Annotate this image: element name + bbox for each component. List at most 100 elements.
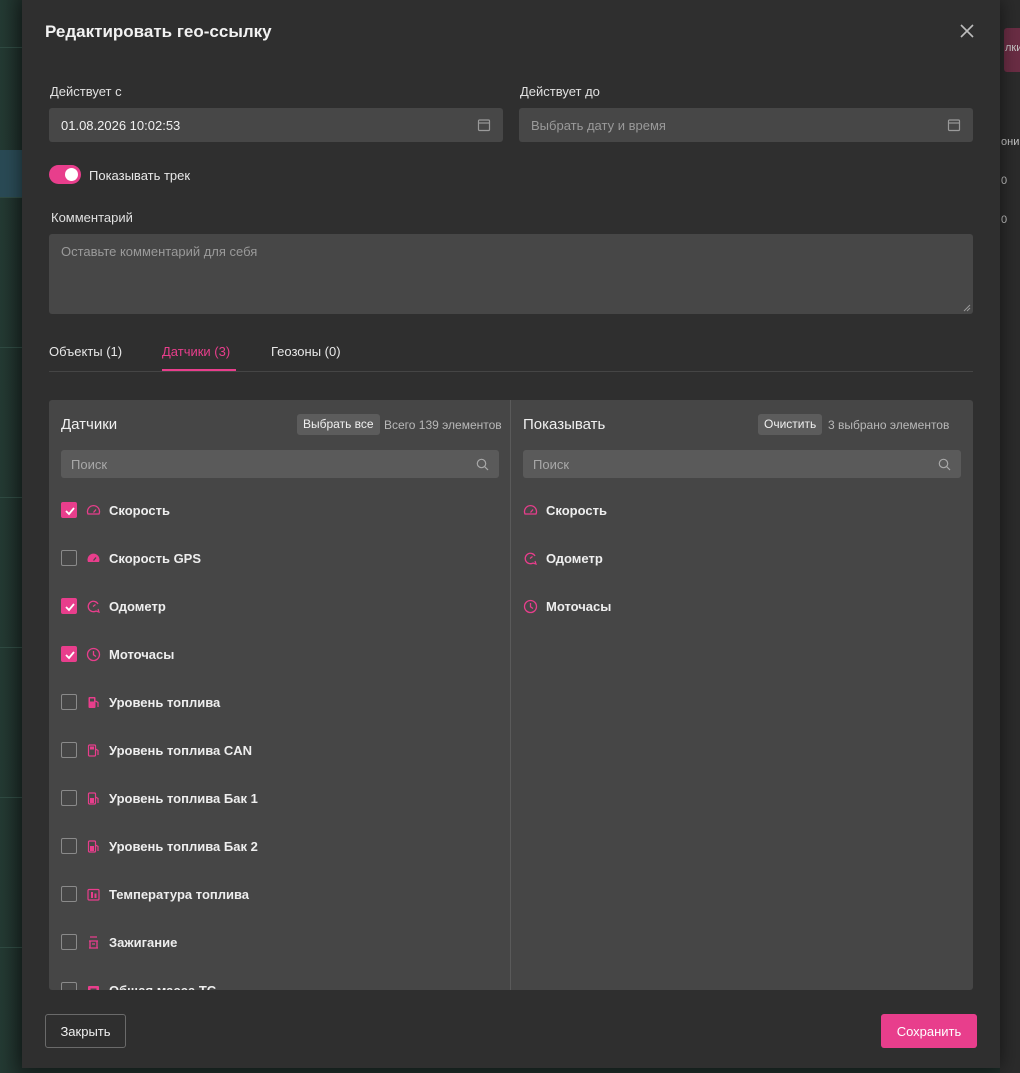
background-right-strip: лки они 0 0 — [1000, 0, 1020, 1073]
target-pane-title: Показывать — [523, 416, 606, 433]
sensor-checkbox[interactable] — [61, 838, 77, 854]
sensor-checkbox[interactable] — [61, 646, 77, 662]
comment-textarea[interactable]: Оставьте комментарий для себя — [49, 234, 973, 314]
target-count: 3 выбрано элементов — [828, 418, 950, 432]
sensor-label: Температура топлива — [109, 886, 250, 902]
sensor-label: Зажигание — [109, 934, 178, 950]
comment-label: Комментарий — [51, 210, 133, 225]
valid-to-label: Действует до — [520, 84, 600, 99]
bg-row — [0, 750, 22, 798]
bg-row — [0, 900, 22, 948]
close-icon[interactable] — [958, 22, 976, 40]
source-count: Всего 139 элементов — [384, 418, 502, 432]
toggle-knob — [65, 168, 78, 181]
sensor-label: Уровень топлива — [109, 694, 221, 710]
sensor-checkbox[interactable] — [61, 742, 77, 758]
fuel-can-icon — [87, 743, 99, 757]
show-track-toggle[interactable] — [49, 165, 81, 184]
sensor-label: Уровень топлива Бак 2 — [109, 838, 258, 854]
sensor-checkbox[interactable] — [61, 982, 77, 990]
sensor-list-item[interactable]: Общая масса ТС — [61, 978, 216, 990]
sensors-source-pane: Датчики Выбрать все Всего 139 элементов … — [49, 400, 511, 990]
fuel-tank-icon — [87, 791, 99, 805]
sensor-list-item[interactable]: Уровень топлива Бак 1 — [61, 786, 258, 810]
background-text: они — [1001, 136, 1020, 148]
sensors-target-pane: Показывать Очистить 3 выбрано элементов … — [511, 400, 973, 990]
sensor-checkbox[interactable] — [61, 694, 77, 710]
background-text: 0 — [1001, 214, 1008, 226]
tabs-bar: Объекты (1) Датчики (3) Геозоны (0) — [49, 334, 973, 372]
shown-label: Моточасы — [546, 598, 612, 614]
shown-list-item[interactable]: Скорость — [523, 498, 607, 522]
odometer-icon — [524, 552, 537, 565]
bg-row — [0, 300, 22, 348]
sensor-checkbox[interactable] — [61, 790, 77, 806]
show-track-label: Показывать трек — [89, 168, 191, 183]
background-text: 0 — [1001, 175, 1008, 187]
shown-list-item[interactable]: Одометр — [523, 546, 603, 570]
fuel-tank-icon — [87, 839, 99, 853]
bg-row — [0, 150, 22, 198]
tab-sensors[interactable]: Датчики (3) — [162, 344, 230, 359]
valid-to-placeholder: Выбрать дату и время — [531, 117, 666, 133]
sensor-list-item[interactable]: Моточасы — [61, 642, 174, 666]
target-search-input[interactable]: Поиск — [523, 450, 961, 478]
sensor-list-item[interactable]: Температура топлива — [61, 882, 249, 906]
sensor-list-item[interactable]: Уровень топлива — [61, 690, 220, 714]
sensor-checkbox[interactable] — [61, 598, 77, 614]
sensor-checkbox[interactable] — [61, 934, 77, 950]
sensors-transfer: Датчики Выбрать все Всего 139 элементов … — [49, 400, 973, 990]
resize-grip-icon[interactable] — [963, 304, 971, 312]
comment-placeholder: Оставьте комментарий для себя — [61, 244, 258, 259]
sensor-label: Уровень топлива CAN — [109, 742, 253, 758]
source-search-input[interactable]: Поиск — [61, 450, 499, 478]
source-search-placeholder: Поиск — [71, 456, 108, 472]
tab-objects[interactable]: Объекты (1) — [49, 344, 122, 359]
edit-geolink-modal: Редактировать гео-ссылку Действует с 01.… — [22, 0, 1000, 1068]
sensor-list-item[interactable]: Скорость GPS — [61, 546, 201, 570]
calendar-icon — [947, 119, 961, 132]
sensor-checkbox[interactable] — [61, 550, 77, 566]
modal-title: Редактировать гео-ссылку — [45, 22, 272, 41]
fuel-icon — [88, 696, 99, 708]
ignition-icon — [89, 935, 98, 949]
bg-row — [0, 600, 22, 648]
sensor-list-item[interactable]: Одометр — [61, 594, 166, 618]
bg-row — [0, 450, 22, 498]
shown-list-item[interactable]: Моточасы — [523, 594, 611, 618]
source-pane-title: Датчики — [61, 416, 118, 433]
speedometer-filled-icon — [87, 553, 100, 562]
select-all-button[interactable]: Выбрать все — [297, 414, 380, 435]
shown-label: Одометр — [546, 550, 603, 566]
weight-icon — [88, 985, 99, 990]
valid-to-field[interactable]: Выбрать дату и время — [519, 108, 973, 142]
sensor-list-item[interactable]: Зажигание — [61, 930, 177, 954]
save-button[interactable]: Сохранить — [881, 1014, 977, 1048]
sensor-label: Уровень топлива Бак 1 — [109, 790, 258, 806]
valid-from-value: 01.08.2026 10:02:53 — [61, 117, 181, 133]
background-tab: лки — [1004, 28, 1020, 72]
speedometer-icon — [523, 504, 538, 515]
sensor-checkbox[interactable] — [61, 886, 77, 902]
clear-button[interactable]: Очистить — [758, 414, 823, 435]
shown-label: Скорость — [546, 502, 607, 518]
sensor-list-item[interactable]: Уровень топлива Бак 2 — [61, 834, 258, 858]
sensor-label: Моточасы — [109, 646, 175, 662]
fuel-temperature-icon — [87, 888, 100, 901]
sensor-checkbox[interactable] — [61, 502, 77, 518]
tab-geozones[interactable]: Геозоны (0) — [271, 344, 341, 359]
odometer-icon — [87, 600, 100, 613]
speedometer-icon — [86, 504, 101, 515]
sensor-label: Общая масса ТС — [109, 982, 217, 991]
sensor-label: Одометр — [109, 598, 166, 614]
calendar-icon — [477, 119, 491, 132]
valid-from-field[interactable]: 01.08.2026 10:02:53 — [49, 108, 503, 142]
sensor-label: Скорость — [109, 502, 170, 518]
clock-icon — [86, 647, 101, 661]
target-search-placeholder: Поиск — [533, 456, 570, 472]
sensor-list-item[interactable]: Уровень топлива CAN — [61, 738, 252, 762]
sensor-label: Скорость GPS — [109, 550, 202, 566]
close-button[interactable]: Закрыть — [45, 1014, 126, 1048]
search-icon — [476, 458, 489, 470]
sensor-list-item[interactable]: Скорость — [61, 498, 170, 522]
